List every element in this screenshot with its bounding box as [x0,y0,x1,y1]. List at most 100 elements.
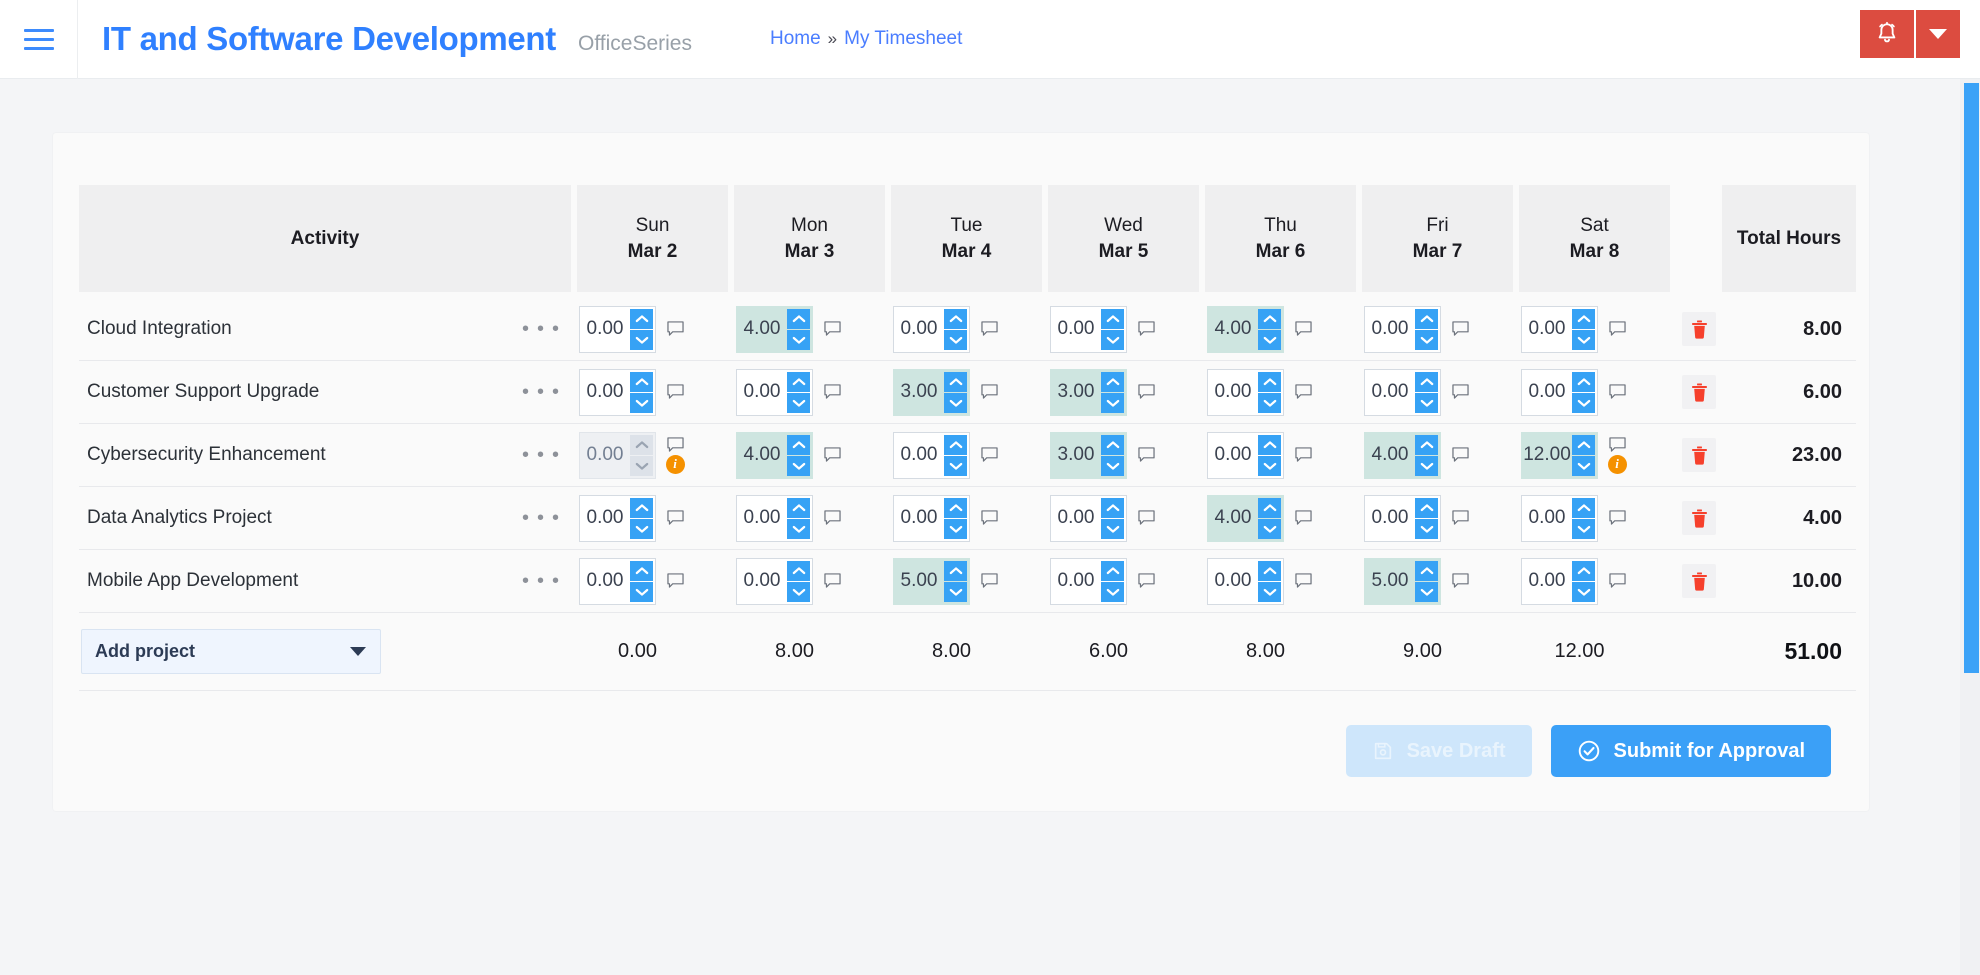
comment-icon[interactable] [1295,510,1312,526]
hours-spinner[interactable]: 5.00 [1364,558,1441,605]
comment-icon[interactable] [981,447,998,463]
comment-icon[interactable] [1452,384,1469,400]
submit-for-approval-button[interactable]: Submit for Approval [1551,725,1831,777]
hours-input[interactable]: 0.00 [737,559,787,604]
stepper-down-button[interactable] [630,519,653,539]
hours-input[interactable]: 0.00 [580,496,630,541]
hours-input[interactable]: 4.00 [1365,433,1415,478]
comment-icon[interactable] [824,384,841,400]
hours-spinner[interactable]: 0.00 [736,369,813,416]
notification-dropdown-button[interactable] [1916,10,1960,58]
stepper-up-button[interactable] [1101,309,1124,329]
comment-icon[interactable] [1609,321,1626,337]
hours-spinner[interactable]: 0.00 [736,558,813,605]
stepper-down-button[interactable] [1415,519,1438,539]
menu-toggle-button[interactable] [0,0,78,79]
hours-spinner[interactable]: 0.00 [579,369,656,416]
stepper-up-button[interactable] [1258,435,1281,455]
delete-row-button[interactable] [1682,564,1716,598]
hours-spinner[interactable]: 0.00 [1521,495,1598,542]
delete-row-button[interactable] [1682,501,1716,535]
stepper-up-button[interactable] [944,372,967,392]
save-draft-button[interactable]: Save Draft [1346,725,1532,777]
comment-icon[interactable] [1138,573,1155,589]
stepper-up-button[interactable] [1415,435,1438,455]
stepper-up-button[interactable] [1258,372,1281,392]
stepper-down-button[interactable] [1258,393,1281,413]
stepper-up-button[interactable] [1572,561,1595,581]
hours-input[interactable]: 0.00 [1208,559,1258,604]
stepper-down-button[interactable] [1572,582,1595,602]
hours-spinner[interactable]: 4.00 [736,306,813,353]
hours-spinner[interactable]: 0.00 [1207,432,1284,479]
stepper-up-button[interactable] [1572,435,1595,455]
hours-spinner[interactable]: 0.00 [893,432,970,479]
stepper-up-button[interactable] [1101,561,1124,581]
delete-row-button[interactable] [1682,312,1716,346]
hours-input[interactable]: 0.00 [580,307,630,352]
hours-spinner[interactable]: 0.00 [1521,558,1598,605]
hours-spinner[interactable]: 3.00 [893,369,970,416]
stepper-down-button[interactable] [944,519,967,539]
comment-icon[interactable] [981,321,998,337]
stepper-down-button[interactable] [1415,330,1438,350]
stepper-up-button[interactable] [630,372,653,392]
hours-input[interactable]: 0.00 [1208,370,1258,415]
hours-input[interactable]: 3.00 [1051,433,1101,478]
hours-spinner[interactable]: 4.00 [736,432,813,479]
comment-icon[interactable] [1609,437,1626,453]
stepper-down-button[interactable] [1415,393,1438,413]
stepper-down-button[interactable] [787,456,810,476]
hours-input[interactable]: 3.00 [894,370,944,415]
hours-spinner[interactable]: 0.00 [1050,306,1127,353]
stepper-up-button[interactable] [1258,309,1281,329]
row-menu-button[interactable]: • • • [522,445,561,465]
hours-spinner[interactable]: 3.00 [1050,369,1127,416]
hours-input[interactable]: 4.00 [1208,496,1258,541]
comment-icon[interactable] [667,384,684,400]
info-badge-icon[interactable]: i [666,455,685,474]
breadcrumb-current-page[interactable]: My Timesheet [844,28,962,50]
stepper-up-button[interactable] [630,561,653,581]
hours-input[interactable]: 0.00 [1365,370,1415,415]
comment-icon[interactable] [1138,447,1155,463]
hours-input[interactable]: 0.00 [1051,559,1101,604]
row-menu-button[interactable]: • • • [522,382,561,402]
hours-input[interactable]: 0.00 [1522,307,1572,352]
info-badge-icon[interactable]: i [1608,455,1627,474]
comment-icon[interactable] [1295,321,1312,337]
stepper-up-button[interactable] [1572,309,1595,329]
hours-input[interactable]: 0.00 [1522,496,1572,541]
stepper-down-button[interactable] [944,582,967,602]
stepper-down-button[interactable] [1258,330,1281,350]
hours-input[interactable]: 0.00 [1051,496,1101,541]
hours-input[interactable]: 5.00 [1365,559,1415,604]
comment-icon[interactable] [667,510,684,526]
comment-icon[interactable] [667,437,684,453]
hours-spinner[interactable]: 0.00 [1207,558,1284,605]
comment-icon[interactable] [1609,573,1626,589]
comment-icon[interactable] [1138,321,1155,337]
hours-input[interactable]: 0.00 [1365,496,1415,541]
comment-icon[interactable] [1452,573,1469,589]
comment-icon[interactable] [1295,447,1312,463]
hours-spinner[interactable]: 0.00 [1364,495,1441,542]
comment-icon[interactable] [981,384,998,400]
stepper-down-button[interactable] [1258,456,1281,476]
stepper-up-button[interactable] [1572,498,1595,518]
hours-spinner[interactable]: 0.00 [1521,306,1598,353]
hours-spinner[interactable]: 0.00 [736,495,813,542]
comment-icon[interactable] [824,447,841,463]
stepper-down-button[interactable] [1101,330,1124,350]
hours-spinner[interactable]: 0.00 [1050,495,1127,542]
stepper-down-button[interactable] [1572,519,1595,539]
stepper-down-button[interactable] [944,393,967,413]
stepper-down-button[interactable] [787,393,810,413]
stepper-up-button[interactable] [787,372,810,392]
hours-input[interactable]: 0.00 [1522,370,1572,415]
hours-spinner[interactable]: 4.00 [1207,495,1284,542]
hours-input[interactable]: 12.00 [1522,433,1572,478]
stepper-up-button[interactable] [787,561,810,581]
stepper-up-button[interactable] [630,309,653,329]
delete-row-button[interactable] [1682,438,1716,472]
